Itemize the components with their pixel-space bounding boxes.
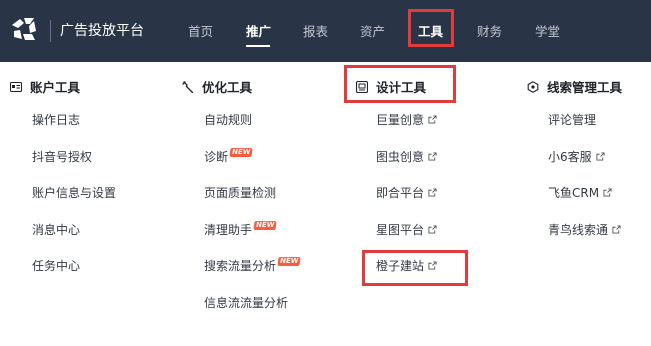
external-link-icon: [603, 188, 612, 197]
external-link-icon: [596, 152, 605, 161]
tools-highlight-box: [408, 9, 454, 47]
clue-tools-label: 线索管理工具: [547, 80, 623, 95]
tuchong-creative-label: 图虫创意: [376, 150, 425, 164]
nav-active-indicator: [246, 45, 270, 47]
search-traffic-label: 搜索流量分析: [204, 259, 277, 273]
nav-reports[interactable]: 报表: [303, 23, 328, 41]
clue-icon: [527, 81, 539, 93]
external-link-icon: [428, 152, 437, 161]
chengzi-site-highlight-box: [362, 250, 468, 286]
wrench-icon: [182, 81, 194, 93]
diagnosis-label: 诊断: [204, 150, 229, 164]
external-link-icon: [428, 115, 437, 124]
menu-item-auto-rules[interactable]: 自动规则: [204, 111, 252, 129]
platform-logo-icon: [12, 18, 36, 40]
menu-item-xiao6-service[interactable]: 小6客服: [548, 148, 605, 166]
platform-name: 广告投放平台: [60, 23, 144, 39]
menu-item-tuchong-creative[interactable]: 图虫创意: [376, 148, 437, 166]
account-tools-label: 账户工具: [30, 80, 81, 95]
new-badge: NEW: [253, 221, 278, 230]
id-card-icon: [10, 81, 22, 93]
cleanup-assistant-label: 清理助手: [204, 223, 253, 237]
external-link-icon: [428, 188, 437, 197]
new-badge: NEW: [277, 257, 302, 266]
xingtu-platform-label: 星图平台: [376, 223, 425, 237]
menu-item-feed-traffic[interactable]: 信息流流量分析: [204, 294, 288, 312]
menu-item-douyin-auth[interactable]: 抖音号授权: [32, 148, 92, 166]
menu-item-page-quality[interactable]: 页面质量检测: [204, 184, 276, 202]
juliang-creative-label: 巨量创意: [376, 113, 425, 127]
menu-item-juliang-creative[interactable]: 巨量创意: [376, 111, 437, 129]
menu-item-search-traffic[interactable]: 搜索流量分析 NEW: [204, 257, 302, 275]
menu-item-jihe-platform[interactable]: 即合平台: [376, 184, 437, 202]
menu-item-account-settings[interactable]: 账户信息与设置: [32, 184, 116, 202]
menu-item-task-center[interactable]: 任务中心: [32, 257, 80, 275]
nav-home[interactable]: 首页: [188, 23, 213, 41]
xiao6-service-label: 小6客服: [548, 150, 592, 164]
nav-assets[interactable]: 资产: [360, 23, 385, 41]
nav-academy[interactable]: 学堂: [535, 23, 560, 41]
menu-item-feiyu-crm[interactable]: 飞鱼CRM: [548, 184, 612, 202]
menu-item-diagnosis[interactable]: 诊断 NEW: [204, 148, 254, 166]
optimization-tools-label: 优化工具: [202, 80, 253, 95]
menu-item-operation-log[interactable]: 操作日志: [32, 111, 80, 129]
menu-item-qingniao-clue[interactable]: 青鸟线索通: [548, 221, 621, 239]
qingniao-clue-label: 青鸟线索通: [548, 223, 609, 237]
account-tools-title: 账户工具: [10, 78, 80, 98]
nav-finance[interactable]: 财务: [477, 23, 502, 41]
jihe-platform-label: 即合平台: [376, 186, 425, 200]
menu-item-comment-management[interactable]: 评论管理: [548, 111, 596, 129]
new-badge: NEW: [229, 148, 254, 157]
menu-item-cleanup-assistant[interactable]: 清理助手 NEW: [204, 221, 278, 239]
logo-divider: [50, 20, 51, 42]
nav-promotion[interactable]: 推广: [246, 23, 271, 41]
feiyu-crm-label: 飞鱼CRM: [548, 186, 600, 200]
optimization-tools-title: 优化工具: [182, 78, 252, 98]
external-link-icon: [428, 225, 437, 234]
clue-tools-title: 线索管理工具: [527, 78, 622, 98]
design-tools-highlight-box: [344, 65, 456, 103]
menu-item-xingtu-platform[interactable]: 星图平台: [376, 221, 437, 239]
external-link-icon: [612, 225, 621, 234]
menu-item-message-center[interactable]: 消息中心: [32, 221, 80, 239]
top-nav-bar: 广告投放平台 首页 推广 报表 资产 工具 财务 学堂: [0, 0, 651, 62]
